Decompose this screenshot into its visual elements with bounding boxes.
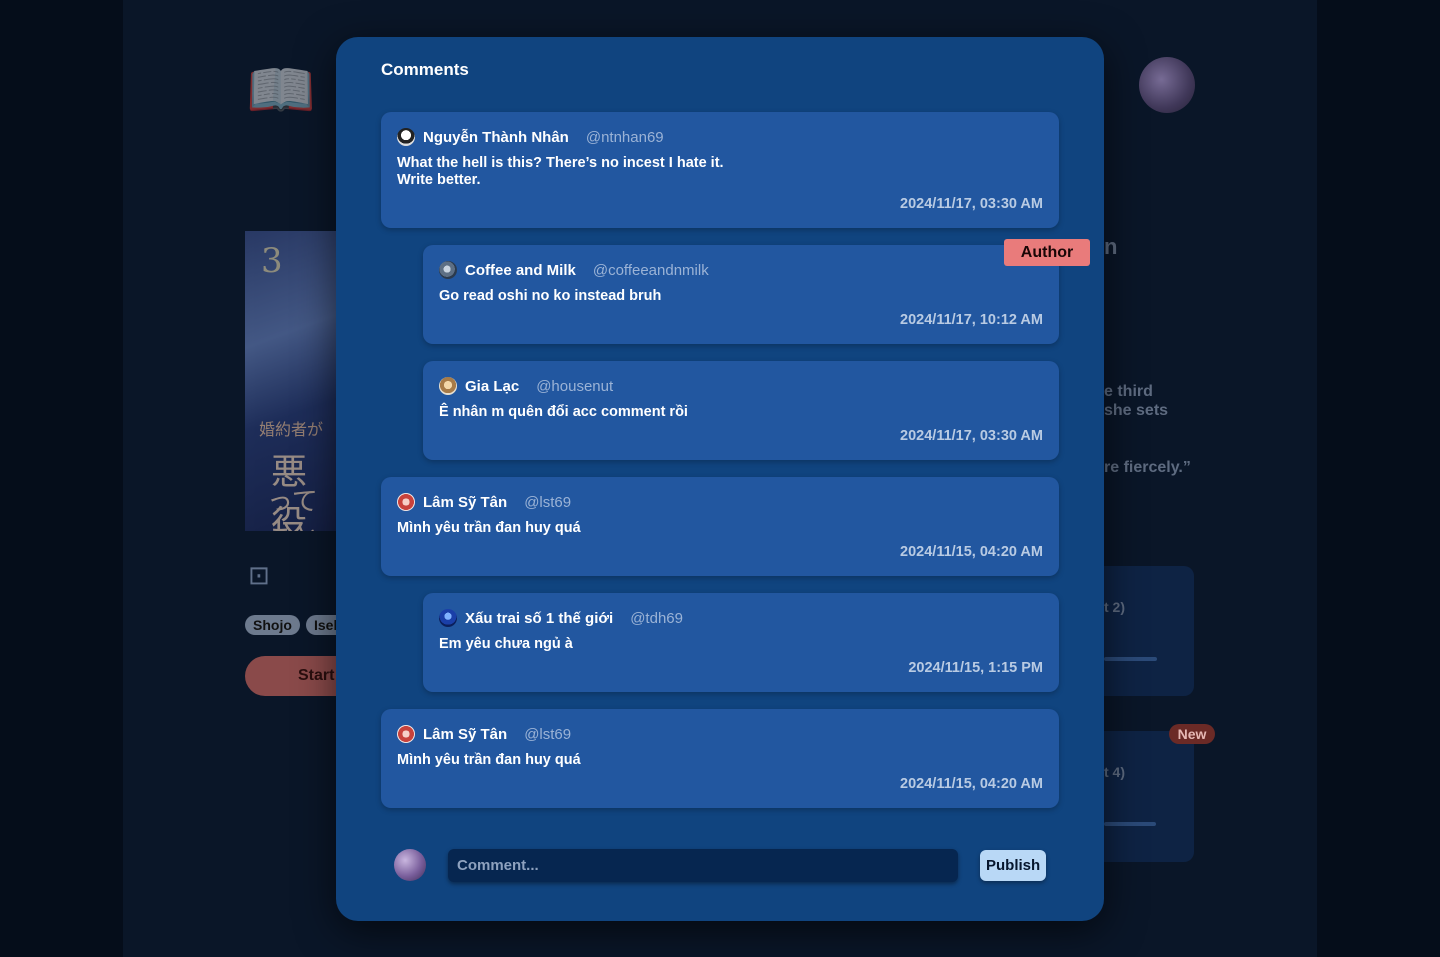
comment-timestamp: 2024/11/15, 04:20 AM <box>900 776 1043 792</box>
comment-text: Mình yêu trần đan huy quá <box>397 520 581 536</box>
publish-button[interactable]: Publish <box>980 850 1046 881</box>
background-text: re fiercely.” <box>1104 459 1191 476</box>
comment-timestamp: 2024/11/17, 03:30 AM <box>900 428 1043 444</box>
background-text: e third <box>1104 383 1153 400</box>
commenter-name[interactable]: Lâm Sỹ Tân <box>423 494 507 511</box>
background-text: she sets <box>1104 402 1169 419</box>
comment-text-line: Write better. <box>397 172 481 188</box>
manga-cover: 3 婚約者が 悪役 ってこと <box>245 231 340 531</box>
bookmark-add-icon: ⊡ <box>248 560 270 590</box>
commenter-handle[interactable]: @lst69 <box>524 494 571 511</box>
comment-header: Nguyễn Thành Nhân @ntnhan69 <box>397 128 664 146</box>
modal-title: Comments <box>381 60 469 79</box>
chapter-label: t 4) <box>1104 764 1125 780</box>
chapter-progress <box>1104 822 1156 826</box>
open-book-icon: 📖 <box>246 58 316 121</box>
comment-card: Nguyễn Thành Nhân @ntnhan69 What the hel… <box>381 112 1059 228</box>
commenter-avatar[interactable] <box>439 609 457 627</box>
comment-header: Xấu trai số 1 thế giới @tdh69 <box>439 609 683 627</box>
comment-input[interactable] <box>448 849 958 882</box>
commenter-name[interactable]: Gia Lạc <box>465 378 519 395</box>
commenter-name[interactable]: Lâm Sỹ Tân <box>423 726 507 743</box>
commenter-name[interactable]: Xấu trai số 1 thế giới <box>465 610 613 627</box>
comment-text-line: What the hell is this? There’s no incest… <box>397 155 724 171</box>
commenter-handle[interactable]: @ntnhan69 <box>586 129 664 146</box>
comment-text: Go read oshi no ko instead bruh <box>439 288 662 304</box>
chapter-progress <box>1104 657 1157 661</box>
comment-header: Lâm Sỹ Tân @lst69 <box>397 493 571 511</box>
comment-header: Gia Lạc @housenut <box>439 377 613 395</box>
comment-timestamp: 2024/11/17, 10:12 AM <box>900 312 1043 328</box>
comments-modal: Comments Nguyễn Thành Nhân @ntnhan69 Wha… <box>336 37 1104 921</box>
commenter-handle[interactable]: @tdh69 <box>630 610 683 627</box>
current-user-avatar <box>394 849 426 881</box>
commenter-handle[interactable]: @coffeeandnmilk <box>593 262 709 279</box>
commenter-handle[interactable]: @lst69 <box>524 726 571 743</box>
commenter-name[interactable]: Nguyễn Thành Nhân <box>423 129 569 146</box>
background-text: n <box>1104 234 1118 259</box>
reply-card: Gia Lạc @housenut Ê nhân m quên đổi acc … <box>423 361 1059 460</box>
comment-header: Lâm Sỹ Tân @lst69 <box>397 725 571 743</box>
new-badge: New <box>1169 724 1215 744</box>
author-badge: Author <box>1004 239 1090 266</box>
commenter-avatar[interactable] <box>397 725 415 743</box>
genre-tag: Shojo <box>245 615 300 635</box>
comment-card: Lâm Sỹ Tân @lst69 Mình yêu trần đan huy … <box>381 477 1059 576</box>
commenter-avatar[interactable] <box>439 377 457 395</box>
cover-text: 婚約者が <box>259 420 324 439</box>
commenter-handle[interactable]: @housenut <box>536 378 613 395</box>
commenter-avatar[interactable] <box>397 493 415 511</box>
commenter-avatar[interactable] <box>397 128 415 146</box>
comment-text: Mình yêu trần đan huy quá <box>397 752 581 768</box>
cover-volume: 3 <box>261 241 283 281</box>
commenter-avatar[interactable] <box>439 261 457 279</box>
comment-card: Lâm Sỹ Tân @lst69 Mình yêu trần đan huy … <box>381 709 1059 808</box>
comment-timestamp: 2024/11/15, 04:20 AM <box>900 544 1043 560</box>
comment-text: Em yêu chưa ngủ à <box>439 636 573 652</box>
cover-text: ってこと <box>267 487 319 531</box>
chapter-label: t 2) <box>1104 599 1125 615</box>
comment-text: Ê nhân m quên đổi acc comment rồi <box>439 404 688 420</box>
comment-timestamp: 2024/11/15, 1:15 PM <box>908 660 1043 676</box>
commenter-name[interactable]: Coffee and Milk <box>465 262 576 279</box>
user-avatar <box>1139 57 1195 113</box>
reply-card: Coffee and Milk @coffeeandnmilk Go read … <box>423 245 1059 344</box>
comment-text: What the hell is this? There’s no incest… <box>397 155 724 189</box>
comment-header: Coffee and Milk @coffeeandnmilk <box>439 261 709 279</box>
reply-card: Xấu trai số 1 thế giới @tdh69 Em yêu chư… <box>423 593 1059 692</box>
comment-timestamp: 2024/11/17, 03:30 AM <box>900 196 1043 212</box>
